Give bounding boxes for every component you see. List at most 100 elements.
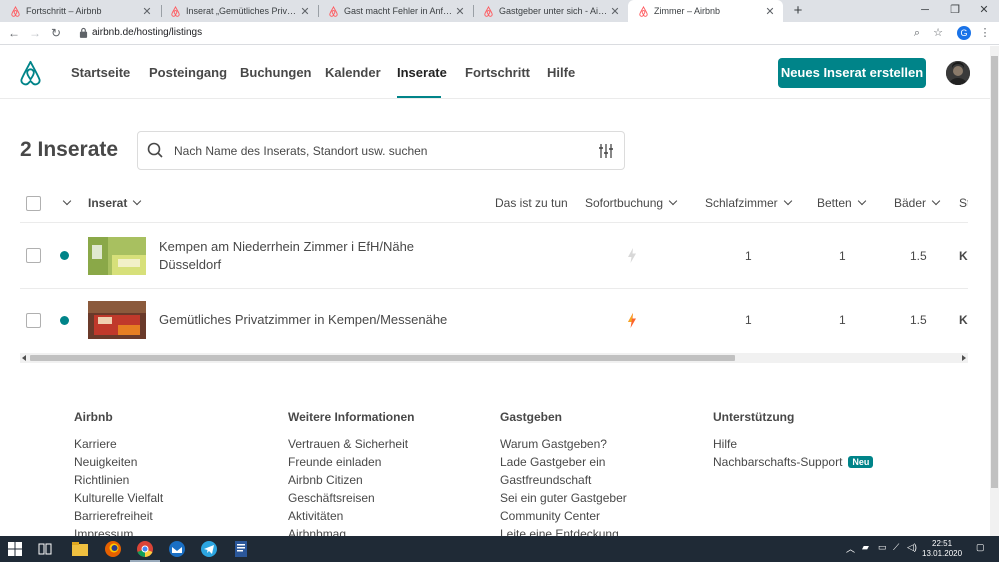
tab-title: Gast macht Fehler in Anfrage, ke <box>344 6 453 16</box>
new-tab-button[interactable]: + <box>789 1 807 21</box>
task-view-icon[interactable] <box>38 542 52 556</box>
zoom-icon[interactable]: ⌕ <box>910 26 924 40</box>
status-value: Ke <box>959 249 968 263</box>
column-header-baeder[interactable]: Bäder <box>894 196 941 210</box>
lock-icon <box>79 27 88 38</box>
new-listing-button[interactable]: Neues Inserat erstellen <box>778 58 926 88</box>
baths-value: 1.5 <box>910 249 927 263</box>
tab-title: Inserat „Gemütliches Privatzimmer <box>186 6 298 16</box>
footer-link[interactable]: Hilfe <box>713 437 737 451</box>
footer-link[interactable]: Aktivitäten <box>288 509 343 523</box>
thunderbird-icon[interactable] <box>168 540 186 558</box>
nav-buchungen[interactable]: Buchungen <box>240 65 312 80</box>
close-tab-icon[interactable]: ✕ <box>453 5 467 18</box>
column-label: Schlafzimmer <box>705 196 778 210</box>
user-avatar[interactable] <box>946 61 970 85</box>
close-tab-icon[interactable]: ✕ <box>763 5 777 18</box>
chrome-icon[interactable] <box>136 540 154 558</box>
column-header-betten[interactable]: Betten <box>817 196 866 210</box>
footer-link[interactable]: Neuigkeiten <box>74 455 137 469</box>
notification-center-icon[interactable]: ▢ <box>976 542 985 553</box>
nav-fortschritt[interactable]: Fortschritt <box>465 65 530 80</box>
nav-kalender[interactable]: Kalender <box>325 65 381 80</box>
vertical-scrollbar[interactable] <box>990 46 999 536</box>
network-icon[interactable]: ⟋ <box>893 542 899 553</box>
search-icon <box>147 142 163 158</box>
maximize-window-icon[interactable]: ❐ <box>940 0 970 22</box>
forward-arrow-icon[interactable]: → <box>27 25 43 41</box>
footer-link[interactable]: Richtlinien <box>74 473 129 487</box>
nav-hilfe[interactable]: Hilfe <box>547 65 575 80</box>
bookmark-star-icon[interactable]: ☆ <box>931 26 945 40</box>
footer-link[interactable]: Airbnb Citizen <box>288 473 363 487</box>
room-photo-icon <box>88 301 146 339</box>
volume-icon[interactable]: ◁) <box>907 542 917 553</box>
browser-menu-icon[interactable]: ⋮ <box>978 26 992 40</box>
footer-link[interactable]: Sei ein guter Gastgeber <box>500 491 627 505</box>
browser-tab[interactable]: Inserat „Gemütliches Privatzimmer ✕ <box>160 0 318 22</box>
firefox-icon[interactable] <box>104 540 122 558</box>
tray-app-icon[interactable]: ▰ <box>862 542 869 553</box>
instant-book-on-icon <box>628 313 636 328</box>
listing-search-input[interactable]: Nach Name des Inserats, Standort usw. su… <box>137 131 625 170</box>
back-arrow-icon[interactable]: ← <box>6 25 22 41</box>
select-all-checkbox[interactable] <box>26 196 41 211</box>
footer-link[interactable]: Freunde einladen <box>288 455 381 469</box>
browser-tab-strip: Fortschritt – Airbnb ✕ Inserat „Gemütlic… <box>0 0 999 22</box>
scrollbar-thumb[interactable] <box>30 355 735 361</box>
scroll-right-icon[interactable] <box>962 355 966 361</box>
footer-link-neighborhood-support[interactable]: Nachbarschafts-Support Neu <box>713 455 874 469</box>
column-header-schlafzimmer[interactable]: Schlafzimmer <box>705 196 792 210</box>
listing-title[interactable]: Kempen am Niederrhein Zimmer i EfH/Nähe … <box>159 238 449 274</box>
footer-link[interactable]: Lade Gastgeber ein <box>500 455 605 469</box>
footer-link[interactable]: Warum Gastgeben? <box>500 437 607 451</box>
column-header-status[interactable]: St <box>959 196 968 210</box>
column-header-sofortbuchung[interactable]: Sofortbuchung <box>585 196 678 210</box>
row-checkbox[interactable] <box>26 248 41 263</box>
profile-avatar-icon[interactable]: G <box>957 26 971 40</box>
nav-startseite[interactable]: Startseite <box>71 65 130 80</box>
footer-link[interactable]: Karriere <box>74 437 117 451</box>
scroll-left-icon[interactable] <box>22 355 26 361</box>
nav-posteingang[interactable]: Posteingang <box>149 65 227 80</box>
scrollbar-thumb[interactable] <box>991 56 998 488</box>
horizontal-scrollbar[interactable] <box>20 353 968 363</box>
footer-link[interactable]: Barrierefreiheit <box>74 509 153 523</box>
close-tab-icon[interactable]: ✕ <box>298 5 312 18</box>
clock-time: 22:51 <box>932 539 953 548</box>
listing-title[interactable]: Gemütliches Privatzimmer in Kempen/Messe… <box>159 311 479 329</box>
tray-display-icon[interactable]: ▭ <box>878 542 887 553</box>
footer-link[interactable]: Gastfreundschaft <box>500 473 591 487</box>
listing-thumbnail[interactable] <box>88 237 146 275</box>
footer-link[interactable]: Community Center <box>500 509 600 523</box>
listing-thumbnail[interactable] <box>88 301 146 339</box>
browser-tab[interactable]: Gastgeber unter sich - Airbnb Co ✕ <box>473 0 628 22</box>
browser-tab-active[interactable]: Zimmer – Airbnb ✕ <box>628 0 783 22</box>
listed-status-dot <box>60 251 69 260</box>
baths-value: 1.5 <box>910 313 927 327</box>
status-value: Ke <box>959 313 968 327</box>
close-tab-icon[interactable]: ✕ <box>608 5 622 18</box>
url-text[interactable]: airbnb.de/hosting/listings <box>92 27 202 38</box>
chevron-down-icon[interactable] <box>62 196 72 206</box>
footer-link[interactable]: Geschäftsreisen <box>288 491 375 505</box>
document-app-icon[interactable] <box>232 540 250 558</box>
filter-sliders-icon[interactable] <box>598 143 614 159</box>
close-window-icon[interactable]: ✕ <box>969 0 999 22</box>
minimize-window-icon[interactable]: ─ <box>910 0 940 22</box>
taskbar-clock[interactable]: 22:51 13.01.2020 <box>922 539 962 559</box>
nav-inserate[interactable]: Inserate <box>397 65 447 80</box>
browser-tab[interactable]: Gast macht Fehler in Anfrage, ke ✕ <box>318 0 473 22</box>
telegram-icon[interactable] <box>200 540 218 558</box>
footer-link[interactable]: Vertrauen & Sicherheit <box>288 437 408 451</box>
windows-start-icon[interactable] <box>8 542 22 556</box>
file-explorer-icon[interactable] <box>71 540 89 558</box>
close-tab-icon[interactable]: ✕ <box>140 5 154 18</box>
row-checkbox[interactable] <box>26 313 41 328</box>
column-header-inserat[interactable]: Inserat <box>88 196 142 210</box>
footer-link[interactable]: Kulturelle Vielfalt <box>74 491 163 505</box>
tray-chevron-up-icon[interactable]: ︿ <box>846 542 855 555</box>
reload-icon[interactable]: ↻ <box>48 25 64 41</box>
browser-tab[interactable]: Fortschritt – Airbnb ✕ <box>0 0 160 22</box>
airbnb-logo-icon[interactable] <box>18 60 43 87</box>
